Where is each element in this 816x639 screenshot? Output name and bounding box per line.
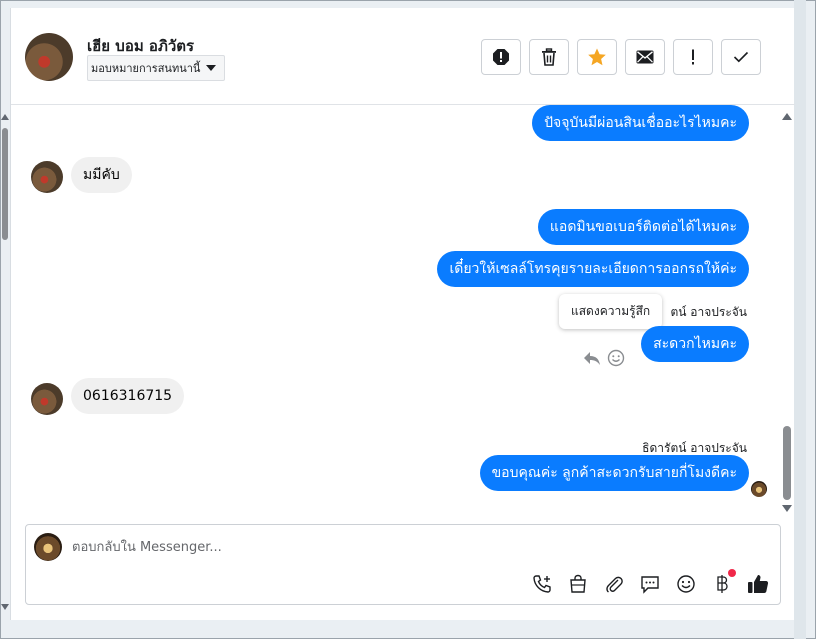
done-icon bbox=[733, 51, 749, 63]
star-button[interactable] bbox=[577, 39, 617, 75]
reply-input[interactable] bbox=[72, 535, 672, 559]
scroll-up-arrow[interactable] bbox=[1, 114, 9, 120]
important-icon bbox=[692, 49, 694, 65]
right-edge-strip bbox=[794, 0, 806, 639]
composer-toolbar bbox=[530, 569, 770, 596]
saved-reply-button[interactable] bbox=[638, 572, 662, 596]
left-scrollbar[interactable] bbox=[0, 112, 10, 612]
scroll-up-arrow[interactable] bbox=[782, 113, 792, 120]
message-bubble-outgoing[interactable]: ขอบคุณค่ะ ลูกค้าสะดวกรับสายกี่โมงดีคะ bbox=[479, 455, 749, 491]
scroll-down-arrow[interactable] bbox=[1, 604, 9, 610]
like-button[interactable] bbox=[746, 572, 770, 596]
attach-button[interactable] bbox=[602, 572, 626, 596]
emoji-button[interactable] bbox=[674, 572, 698, 596]
message-bubble-outgoing[interactable]: สะดวกไหมคะ bbox=[641, 326, 749, 362]
scroll-thumb[interactable] bbox=[783, 426, 791, 500]
star-icon bbox=[588, 48, 606, 66]
saved-reply-icon bbox=[641, 576, 659, 594]
conversation-panel: เฮีย บอม อภิวัตร มอบหมายการสนทนานี้ ปัจจ… bbox=[10, 8, 795, 620]
contact-avatar-small[interactable] bbox=[31, 161, 63, 193]
reaction-tooltip: แสดงความรู้สึก bbox=[559, 294, 663, 329]
conversation-header: เฮีย บอม อภิวัตร มอบหมายการสนทนานี้ bbox=[11, 8, 795, 105]
message-actions bbox=[583, 349, 625, 367]
message-bubble-outgoing[interactable]: แอดมินขอเบอร์ติดต่อได้ไหมคะ bbox=[537, 209, 749, 245]
mark-unread-button[interactable] bbox=[625, 39, 665, 75]
assign-label: มอบหมายการสนทนานี้ bbox=[91, 62, 201, 75]
call-add-button[interactable] bbox=[530, 572, 554, 596]
trash-icon bbox=[542, 48, 556, 66]
message-list[interactable]: ปัจจุบันมีผ่อนสินเชื่ออะไรไหมคะ มมีคับ แ… bbox=[11, 105, 795, 515]
message-bubble-incoming[interactable]: 0616316715 bbox=[71, 378, 185, 414]
mark-done-button[interactable] bbox=[721, 39, 761, 75]
delete-button[interactable] bbox=[529, 39, 569, 75]
reply-icon[interactable] bbox=[583, 350, 601, 366]
scroll-down-arrow[interactable] bbox=[782, 505, 792, 512]
message-bubble-outgoing[interactable]: ปัจจุบันมีผ่อนสินเชื่ออะไรไหมคะ bbox=[532, 105, 749, 141]
contact-avatar-small[interactable] bbox=[31, 383, 63, 415]
like-icon bbox=[748, 575, 769, 593]
emoji-icon bbox=[677, 575, 695, 593]
call-add-icon bbox=[533, 575, 551, 593]
message-bubble-incoming[interactable]: มมีคับ bbox=[71, 157, 132, 193]
sender-name: ตน์ อาจประจัน bbox=[670, 305, 747, 319]
attach-icon bbox=[606, 576, 623, 593]
react-emoji-icon[interactable] bbox=[607, 349, 625, 367]
seen-avatar bbox=[751, 481, 767, 497]
spam-button[interactable] bbox=[481, 39, 521, 75]
shop-button[interactable] bbox=[566, 572, 590, 596]
scroll-thumb[interactable] bbox=[2, 128, 8, 240]
baht-icon bbox=[717, 575, 728, 593]
reply-composer bbox=[25, 524, 781, 605]
notification-dot bbox=[728, 569, 736, 577]
contact-avatar[interactable] bbox=[25, 33, 73, 81]
page-avatar bbox=[34, 533, 62, 561]
spam-icon bbox=[493, 49, 509, 65]
payment-button[interactable] bbox=[710, 569, 736, 596]
shop-bag-icon bbox=[570, 574, 586, 593]
follow-up-button[interactable] bbox=[673, 39, 713, 75]
chevron-down-icon bbox=[206, 65, 217, 71]
assign-conversation-dropdown[interactable]: มอบหมายการสนทนานี้ bbox=[87, 55, 225, 81]
mail-icon bbox=[636, 50, 654, 64]
header-actions bbox=[481, 39, 761, 75]
message-scrollbar[interactable] bbox=[781, 110, 793, 512]
message-bubble-outgoing[interactable]: เดี๋ยวให้เซลล์โทรคุยรายละเอียดการออกรถให… bbox=[437, 251, 749, 287]
